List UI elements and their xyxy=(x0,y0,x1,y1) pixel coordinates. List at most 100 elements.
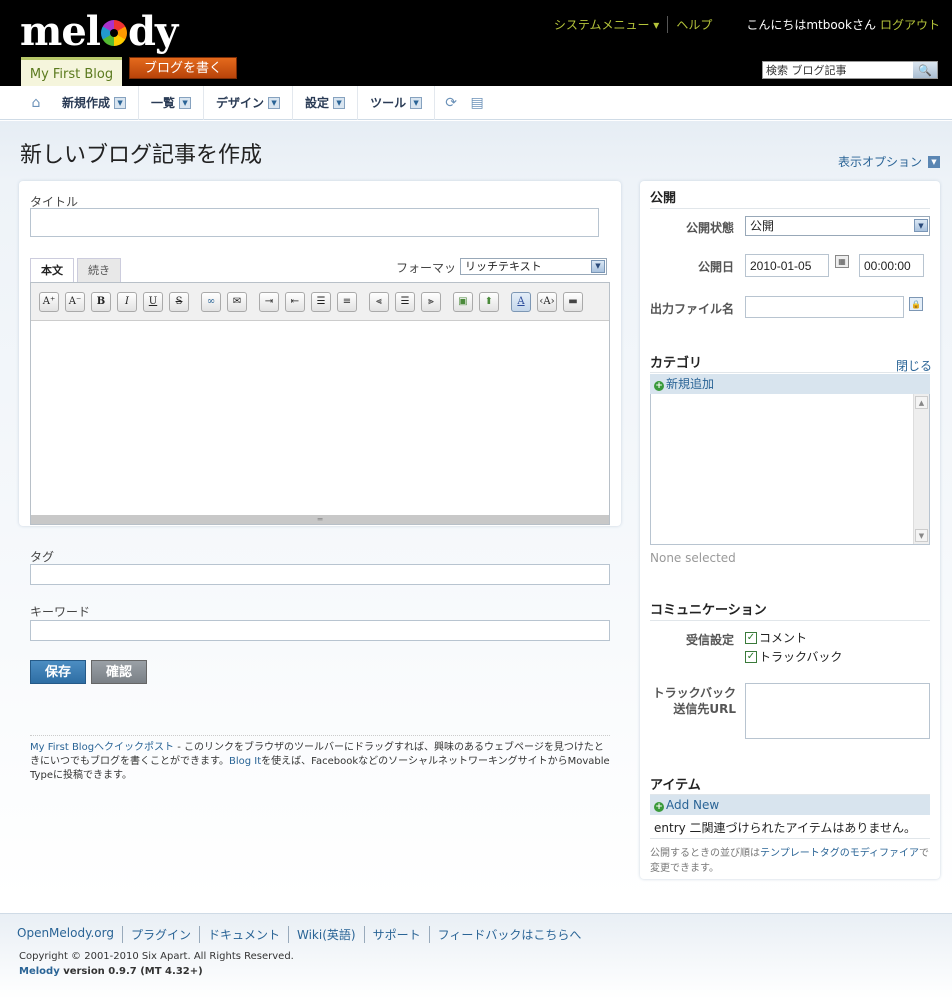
category-list[interactable]: ▲ ▼ xyxy=(650,394,930,545)
category-heading: カテゴリ xyxy=(650,356,703,371)
editor-tabs: 本文 続き xyxy=(30,258,124,282)
status-select[interactable]: 公開 ▼ xyxy=(745,216,930,236)
chevron-down-icon: ▼ xyxy=(591,260,605,273)
comment-label: コメント xyxy=(759,631,808,645)
email-link-icon[interactable]: ✉ xyxy=(227,291,247,312)
write-blog-button[interactable]: ブログを書く xyxy=(129,57,237,79)
chevron-down-icon[interactable]: ▼ xyxy=(114,96,127,109)
logout-link[interactable]: ログアウト xyxy=(880,16,940,33)
trackback-label: トラックバック xyxy=(759,650,843,664)
communication-heading: コミュニケーション xyxy=(650,603,767,618)
help-link[interactable]: ヘルプ xyxy=(668,16,720,33)
toggle-mode-icon[interactable]: ▬ xyxy=(563,291,583,312)
chevron-down-icon[interactable]: ▼ xyxy=(928,155,940,168)
time-field[interactable] xyxy=(859,254,924,277)
search-icon[interactable]: 🔍 xyxy=(913,62,937,78)
melody-logo[interactable]: mel dy xyxy=(20,8,178,55)
insert-file-icon[interactable]: ⬆ xyxy=(479,291,499,312)
align-center-icon[interactable]: ☰ xyxy=(395,291,415,312)
scrollbar[interactable]: ▲ ▼ xyxy=(913,394,929,544)
publish-heading: 公開 xyxy=(650,191,677,206)
blog-tab[interactable]: My First Blog xyxy=(21,57,122,86)
nav-item-settings[interactable]: 設定 ▼ xyxy=(293,85,359,120)
nav-item-design[interactable]: デザイン ▼ xyxy=(204,85,294,120)
add-item-label: Add New xyxy=(666,798,720,812)
outdent-icon[interactable]: ⇤ xyxy=(285,291,305,312)
footer-link-wiki[interactable]: Wiki(英語) xyxy=(289,926,365,943)
blog-it-link[interactable]: Blog It xyxy=(229,756,261,767)
divider xyxy=(650,372,930,373)
footer-link-docs[interactable]: ドキュメント xyxy=(200,926,289,943)
strikethrough-icon[interactable]: S xyxy=(169,291,189,312)
melody-link[interactable]: Melody xyxy=(19,966,60,977)
text-color-icon[interactable]: A xyxy=(511,291,531,312)
preview-button[interactable]: 確認 xyxy=(91,660,147,684)
align-left-icon[interactable]: ⫷ xyxy=(369,291,389,312)
trackback-url-field[interactable] xyxy=(745,683,930,739)
resize-handle[interactable]: ═ xyxy=(31,515,609,524)
view-site-icon[interactable]: ▤ xyxy=(469,95,485,111)
chevron-down-icon[interactable]: ▼ xyxy=(268,96,281,109)
editor-body[interactable] xyxy=(31,321,609,516)
nav-label: 新規作成 xyxy=(62,96,111,110)
add-item-button[interactable]: + Add New xyxy=(650,795,930,815)
header: mel dy My First Blog ブログを書く システムメニュー ▾ ヘル… xyxy=(0,0,952,86)
chevron-down-icon[interactable]: ▼ xyxy=(410,96,423,109)
system-menu-link[interactable]: システムメニュー ▾ xyxy=(554,16,669,33)
scroll-down-icon[interactable]: ▼ xyxy=(915,529,928,542)
lock-icon[interactable]: 🔒 xyxy=(909,297,923,311)
html-mode-icon[interactable]: ‹A› xyxy=(537,291,557,312)
status-label: 公開状態 xyxy=(685,221,734,235)
comment-checkbox[interactable]: ✓ コメント xyxy=(745,629,807,646)
add-category-button[interactable]: + 新規追加 xyxy=(650,374,930,394)
footer-link-openmelody[interactable]: OpenMelody.org xyxy=(17,926,123,943)
filename-field[interactable] xyxy=(745,296,904,318)
keyword-label: キーワード xyxy=(30,605,91,619)
font-size-down-icon[interactable]: A⁻ xyxy=(65,291,85,312)
search-input[interactable] xyxy=(763,63,913,77)
bullet-list-icon[interactable]: ☰ xyxy=(311,291,331,312)
align-right-icon[interactable]: ⫸ xyxy=(421,291,441,312)
version-info: Melody version 0.9.7 (MT 4.32+) xyxy=(19,966,203,977)
flower-icon xyxy=(100,20,127,46)
trackback-url-label-line2: 送信先URL xyxy=(673,702,736,716)
chevron-down-icon[interactable]: ▼ xyxy=(333,96,346,109)
greeting-text: こんにちはmtbookさん xyxy=(746,18,876,32)
main-nav: ⌂ 新規作成 ▼ 一覧 ▼ デザイン ▼ 設定 ▼ ツール ▼ ⟳ ▤ xyxy=(0,85,952,120)
footer-link-feedback[interactable]: フィードバックはこちらへ xyxy=(430,926,590,943)
calendar-icon[interactable]: ▦ xyxy=(835,255,849,268)
keyword-field[interactable] xyxy=(30,620,610,641)
template-modifier-link[interactable]: テンプレートタグのモディファイア xyxy=(760,848,919,859)
date-field[interactable] xyxy=(745,254,829,277)
footer-links: OpenMelody.org プラグイン ドキュメント Wiki(英語) サポー… xyxy=(17,926,589,943)
font-size-up-icon[interactable]: A⁺ xyxy=(39,291,59,312)
numbered-list-icon[interactable]: ≡ xyxy=(337,291,357,312)
display-options-link[interactable]: 表示オプション ▼ xyxy=(838,153,940,170)
refresh-icon[interactable]: ⟳ xyxy=(443,95,459,111)
trackback-checkbox[interactable]: ✓ トラックバック xyxy=(745,648,842,665)
nav-item-tools[interactable]: ツール ▼ xyxy=(358,85,436,120)
underline-icon[interactable]: U xyxy=(143,291,163,312)
nav-item-list[interactable]: 一覧 ▼ xyxy=(139,85,205,120)
save-button[interactable]: 保存 xyxy=(30,660,86,684)
chevron-down-icon[interactable]: ▼ xyxy=(179,96,192,109)
indent-icon[interactable]: ⇥ xyxy=(259,291,279,312)
tab-extended[interactable]: 続き xyxy=(77,258,121,282)
title-field[interactable] xyxy=(30,208,599,237)
format-value: リッチテキスト xyxy=(465,260,542,273)
nav-item-new[interactable]: 新規作成 ▼ xyxy=(50,85,140,120)
quickpost-link[interactable]: My First Blogへクイックポスト xyxy=(30,742,174,753)
format-select[interactable]: リッチテキスト ▼ xyxy=(460,258,607,275)
home-icon[interactable]: ⌂ xyxy=(28,95,44,111)
tab-body[interactable]: 本文 xyxy=(30,258,74,282)
footer-link-support[interactable]: サポート xyxy=(365,926,430,943)
tag-field[interactable] xyxy=(30,564,610,585)
link-icon[interactable]: ∞ xyxy=(201,291,221,312)
footer-link-plugins[interactable]: プラグイン xyxy=(123,926,200,943)
trackback-url-label-line1: トラックバック xyxy=(652,686,736,700)
insert-image-icon[interactable]: ▣ xyxy=(453,291,473,312)
scroll-up-icon[interactable]: ▲ xyxy=(915,396,928,409)
items-note: 公開するときの並び順はテンプレートタグのモディファイアで変更できます。 xyxy=(650,846,934,876)
bold-icon[interactable]: B xyxy=(91,291,111,312)
italic-icon[interactable]: I xyxy=(117,291,137,312)
